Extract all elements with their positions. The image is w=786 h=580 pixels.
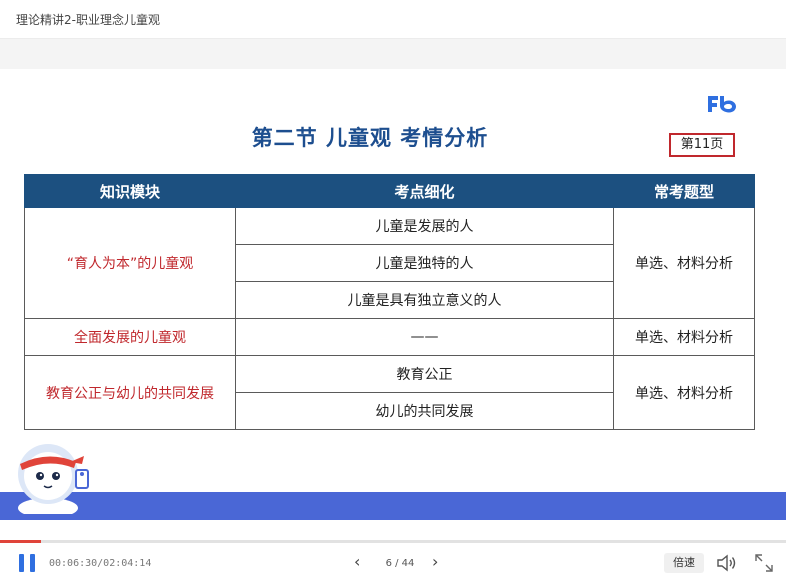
speed-button[interactable]: 倍速	[664, 553, 704, 573]
point-cell: ——	[235, 318, 614, 356]
question-type-cell: 单选、材料分析	[613, 207, 755, 319]
next-icon[interactable]: ›	[432, 552, 438, 571]
point-cell: 儿童是具有独立意义的人	[235, 281, 614, 319]
exam-analysis-table: 知识模块 考点细化 常考题型 “育人为本”的儿童观 儿童是发展的人 单选、材料分…	[24, 174, 755, 430]
module-cell: “育人为本”的儿童观	[24, 207, 236, 319]
mascot-icon	[18, 444, 89, 514]
table-row: 全面发展的儿童观 —— 单选、材料分析	[24, 318, 755, 356]
question-type-cell: 单选、材料分析	[613, 318, 755, 356]
slide-canvas: 第二节 儿童观 考情分析 第11页 知识模块 考点细化 常考题型 “育人为本”的…	[0, 69, 786, 542]
slide-footer-band	[0, 492, 786, 520]
pause-icon[interactable]	[18, 554, 36, 572]
table-row: “育人为本”的儿童观 儿童是发展的人 单选、材料分析	[24, 207, 755, 319]
module-cell: 全面发展的儿童观	[24, 318, 236, 356]
fullscreen-icon[interactable]	[754, 553, 774, 573]
module-cell: 教育公正与幼儿的共同发展	[24, 355, 236, 430]
point-cell: 儿童是发展的人	[235, 207, 614, 245]
point-cell: 幼儿的共同发展	[235, 392, 614, 430]
point-cell: 教育公正	[235, 355, 614, 393]
prev-icon[interactable]: ‹	[354, 552, 360, 571]
page-indicator: 6 / 44	[385, 558, 415, 569]
table-header-module: 知识模块	[24, 174, 236, 208]
time-display: 00:06:30/02:04:14	[49, 558, 152, 569]
fb-logo-icon	[708, 96, 736, 113]
question-type-cell: 单选、材料分析	[613, 355, 755, 430]
volume-icon[interactable]	[715, 553, 737, 573]
table-header-points: 考点细化	[235, 174, 614, 208]
page-label: 第11页	[669, 133, 735, 157]
table-header-type: 常考题型	[613, 174, 755, 208]
slide-title: 第二节 儿童观 考情分析	[251, 126, 489, 150]
point-cell: 儿童是独特的人	[235, 244, 614, 282]
window-titlebar: 理论精讲2-职业理念儿童观	[0, 0, 786, 39]
table-row: 教育公正与幼儿的共同发展 教育公正 单选、材料分析	[24, 355, 755, 430]
window-title: 理论精讲2-职业理念儿童观	[16, 13, 160, 27]
slide-top-margin	[0, 39, 786, 69]
player-controls: 00:06:30/02:04:14 ‹ 6 / 44 › 倍速	[0, 543, 786, 580]
table-header-row: 知识模块 考点细化 常考题型	[24, 174, 755, 208]
